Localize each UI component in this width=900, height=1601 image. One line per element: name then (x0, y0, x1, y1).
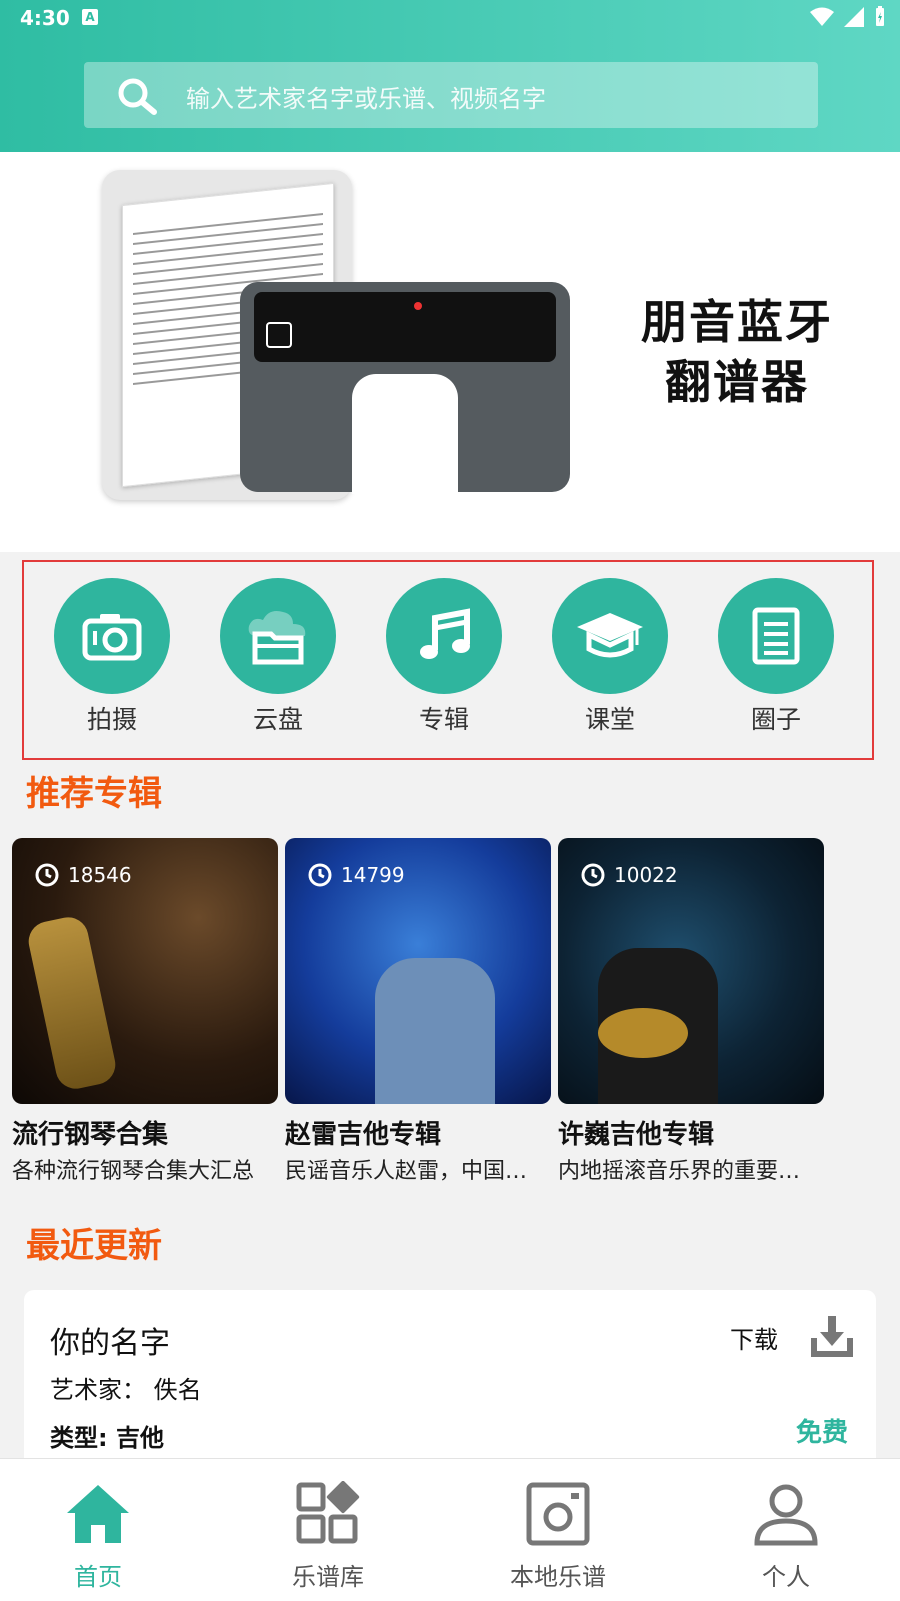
music-note-icon (420, 608, 470, 659)
home-icon (67, 1485, 129, 1543)
local-score-icon (526, 1482, 590, 1546)
album-play-count: 18546 (68, 863, 132, 887)
album-cover: 14799 (285, 838, 551, 1104)
status-bar: 4:30 A (0, 0, 900, 36)
album-title: 赵雷吉他专辑 (285, 1120, 442, 1150)
score-name: 你的名字 (50, 1326, 170, 1361)
score-artist: 艺术家： 佚名 (50, 1376, 202, 1404)
led-icon (414, 302, 422, 310)
clock-icon (581, 863, 605, 887)
album-card[interactable]: 10022 许巍吉他专辑 内地摇滚音乐界的重要… (558, 838, 824, 1185)
album-play-count: 14799 (341, 863, 405, 887)
grid-icon (296, 1480, 360, 1544)
recent-item-card[interactable]: 你的名字 艺术家： 佚名 类型: 吉他 下载 免费 (24, 1290, 876, 1470)
album-play-count: 10022 (614, 863, 678, 887)
album-cover: 10022 (558, 838, 824, 1104)
camera-icon (82, 614, 142, 661)
nav-home[interactable]: 首页 (28, 1481, 168, 1592)
album-description: 内地摇滚音乐界的重要… (558, 1159, 801, 1184)
bottom-nav: 首页 乐谱库 本地乐谱 个人 (0, 1458, 900, 1601)
clock-icon (308, 863, 332, 887)
notification-icon: A (82, 9, 98, 25)
battery-icon (876, 6, 884, 26)
recommended-title: 推荐专辑 (26, 774, 162, 814)
album-card[interactable]: 14799 赵雷吉他专辑 民谣音乐人赵雷，中国… (285, 838, 551, 1185)
power-icon (266, 322, 292, 348)
album-title: 流行钢琴合集 (12, 1120, 169, 1150)
status-time: 4:30 (20, 6, 70, 30)
album-cover: 18546 (12, 838, 278, 1104)
quick-action-circle[interactable]: 圈子 (716, 578, 836, 736)
search-icon (118, 78, 157, 115)
score-type: 类型: 吉他 (50, 1424, 164, 1452)
wifi-icon (810, 7, 834, 26)
nav-profile[interactable]: 个人 (716, 1481, 856, 1592)
pedal-image (240, 282, 570, 494)
album-description: 各种流行钢琴合集大汇总 (12, 1159, 255, 1184)
graduation-cap-icon (577, 613, 643, 658)
quick-action-classroom[interactable]: 课堂 (550, 578, 670, 736)
banner-title: 朋音蓝牙 翻谱器 (641, 295, 833, 409)
performer-image (375, 958, 495, 1104)
quick-actions: 拍摄 云盘 专辑 课堂 圈子 (22, 560, 874, 760)
album-card[interactable]: 18546 流行钢琴合集 各种流行钢琴合集大汇总 (12, 838, 278, 1185)
album-title: 许巍吉他专辑 (558, 1120, 715, 1150)
search-bar[interactable]: 输入艺术家名字或乐谱、视频名字 (84, 62, 818, 128)
quick-action-camera[interactable]: 拍摄 (52, 578, 172, 736)
nav-score-library[interactable]: 乐谱库 (258, 1480, 398, 1592)
search-placeholder[interactable]: 输入艺术家名字或乐谱、视频名字 (186, 79, 546, 114)
promo-banner[interactable]: 朋音蓝牙 翻谱器 (0, 152, 900, 552)
status-icons (810, 6, 886, 28)
cloud-folder-icon (248, 611, 306, 665)
person-icon (754, 1484, 818, 1546)
clock-icon (35, 863, 59, 887)
recent-title: 最近更新 (26, 1226, 162, 1266)
saxophone-image (24, 913, 120, 1093)
download-icon[interactable] (810, 1314, 854, 1358)
download-label[interactable]: 下载 (730, 1320, 778, 1355)
document-icon (752, 607, 800, 665)
album-description: 民谣音乐人赵雷，中国… (285, 1159, 528, 1184)
nav-local-scores[interactable]: 本地乐谱 (488, 1481, 628, 1592)
quick-action-album[interactable]: 专辑 (384, 578, 504, 736)
quick-action-cloud[interactable]: 云盘 (218, 578, 338, 736)
price-badge: 免费 (796, 1418, 849, 1448)
signal-icon (844, 7, 864, 27)
